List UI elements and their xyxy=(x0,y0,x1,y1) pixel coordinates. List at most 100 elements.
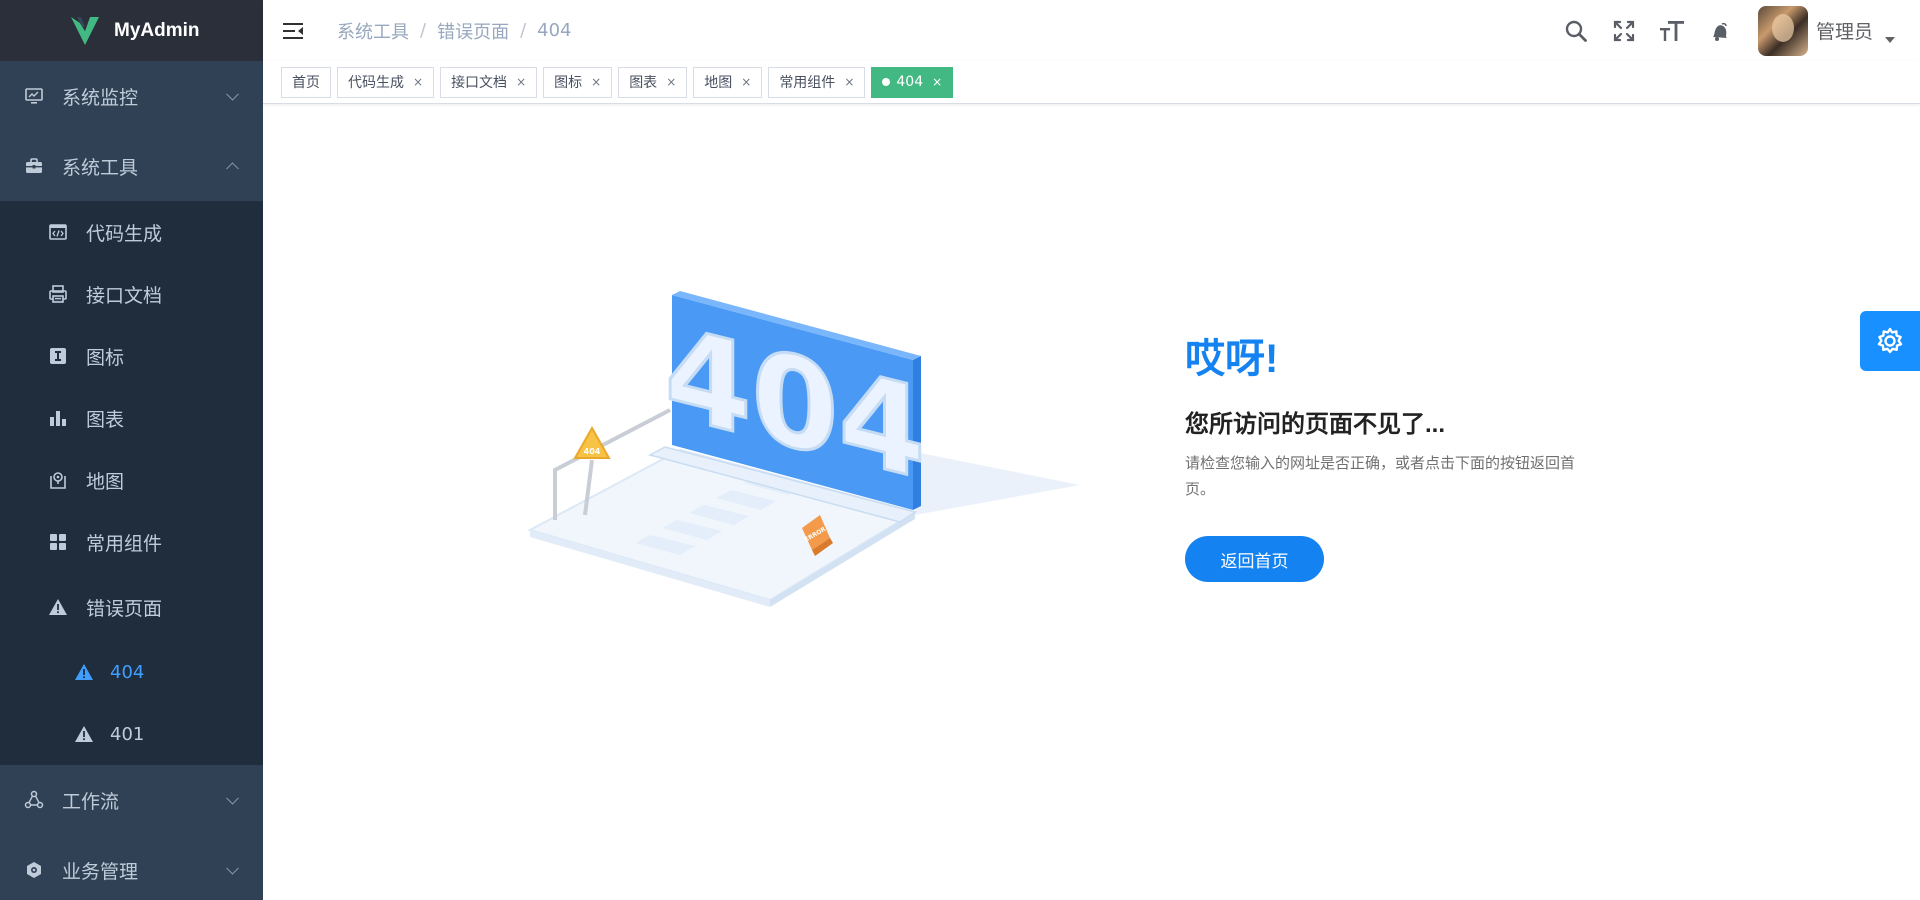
gear-icon xyxy=(1877,327,1903,354)
sidebar-item-codegen[interactable]: 代码生成 xyxy=(0,201,263,263)
search-button[interactable] xyxy=(1552,0,1600,61)
sidebar-item-label: 图表 xyxy=(86,408,125,431)
tag-label: 图标 xyxy=(554,75,583,91)
hamburger-button[interactable] xyxy=(263,0,323,61)
sidebar-item-label: 接口文档 xyxy=(86,284,163,307)
warning-icon xyxy=(74,724,94,744)
breadcrumb-item[interactable]: 系统工具 xyxy=(337,18,409,44)
breadcrumb-separator: / xyxy=(520,20,527,41)
sidebar-item-icons[interactable]: 图标 xyxy=(0,325,263,387)
settings-button[interactable] xyxy=(1860,311,1920,371)
tag-label: 地图 xyxy=(704,75,733,91)
close-icon[interactable]: × xyxy=(516,75,526,89)
tag-map[interactable]: 地图 × xyxy=(693,66,763,98)
oops-title: 哎呀! xyxy=(1185,337,1279,381)
sidebar-item-404[interactable]: 404 xyxy=(0,641,263,703)
breadcrumb-item[interactable]: 错误页面 xyxy=(437,18,509,44)
sidebar-item-api-doc[interactable]: 接口文档 xyxy=(0,263,263,325)
active-dot xyxy=(882,78,891,86)
sidebar-item-map[interactable]: 地图 xyxy=(0,449,263,511)
sidebar-item-workflow[interactable]: 工作流 xyxy=(0,765,263,835)
tag-components[interactable]: 常用组件 × xyxy=(768,66,866,98)
avatar[interactable] xyxy=(1757,5,1808,56)
sidebar-item-401[interactable]: 401 xyxy=(0,703,263,765)
close-icon[interactable]: × xyxy=(413,75,423,89)
logo-icon xyxy=(71,16,99,45)
submenu-error: 404 401 xyxy=(0,641,263,765)
sidebar-item-label: 地图 xyxy=(86,470,125,493)
sidebar-item-components[interactable]: 常用组件 xyxy=(0,511,263,573)
tags-view: 首页 代码生成 × 接口文档 × 图标 × 图表 × 地图 × 常用组件 × 4… xyxy=(263,61,1920,104)
error-headline: 您所访问的页面不见了... xyxy=(1185,411,1446,438)
font-size-button[interactable] xyxy=(1648,0,1696,61)
user-name[interactable]: 管理员 xyxy=(1816,17,1873,44)
breadcrumb-separator: / xyxy=(420,20,427,41)
sidebar-item-label: 工作流 xyxy=(62,790,120,813)
tag-label: 首页 xyxy=(292,75,320,91)
sidebar-item-label: 代码生成 xyxy=(86,222,163,245)
tag-label: 常用组件 xyxy=(779,75,836,91)
sidebar-item-label: 系统监控 xyxy=(62,86,139,109)
close-icon[interactable]: × xyxy=(932,75,942,89)
sidebar-item-charts[interactable]: 图表 xyxy=(0,387,263,449)
sidebar-item-label: 401 xyxy=(110,723,145,745)
grid-icon xyxy=(48,532,68,552)
tag-codegen[interactable]: 代码生成 × xyxy=(337,66,435,98)
bell-icon xyxy=(1712,22,1727,41)
tag-api-doc[interactable]: 接口文档 × xyxy=(440,66,538,98)
menu-fold-icon xyxy=(283,22,303,39)
breadcrumb-current: 404 xyxy=(537,20,572,41)
error-message: 哎呀! 您所访问的页面不见了... 请检查您输入的网址是否正确，或者点击下面的按… xyxy=(1185,326,1595,503)
chevron-down-icon xyxy=(226,87,239,101)
font-size-icon xyxy=(1659,20,1684,41)
tag-404[interactable]: 404 × xyxy=(871,66,954,98)
fullscreen-icon xyxy=(1613,20,1635,41)
printer-icon xyxy=(48,284,68,304)
tag-icons[interactable]: 图标 × xyxy=(543,66,613,98)
tag-label: 图表 xyxy=(629,75,658,91)
tag-label: 接口文档 xyxy=(451,75,508,91)
toolbox-icon xyxy=(24,156,44,176)
tag-home[interactable]: 首页 xyxy=(281,66,331,98)
sidebar-item-label: 系统工具 xyxy=(62,156,139,179)
chevron-down-icon xyxy=(226,791,239,805)
right-menu: 管理员 xyxy=(1552,0,1920,61)
logo[interactable]: MyAdmin xyxy=(0,0,263,61)
sidebar-item-label: 业务管理 xyxy=(62,860,139,883)
sidebar-item-business[interactable]: 业务管理 xyxy=(0,835,263,900)
sidebar-item-label: 图标 xyxy=(86,346,125,369)
close-icon[interactable]: × xyxy=(741,75,751,89)
fullscreen-button[interactable] xyxy=(1600,0,1648,61)
monitor-icon xyxy=(24,86,44,106)
app-title: MyAdmin xyxy=(114,19,200,41)
close-icon[interactable]: × xyxy=(666,75,676,89)
sidebar-item-label: 错误页面 xyxy=(86,597,163,620)
close-icon[interactable]: × xyxy=(591,75,601,89)
sidebar-item-tool[interactable]: 系统工具 xyxy=(0,131,263,201)
navbar: 系统工具 / 错误页面 / 404 管理员 xyxy=(263,0,1920,61)
warning-icon xyxy=(48,597,68,617)
code-window-icon xyxy=(48,222,68,242)
sidebar-item-monitor[interactable]: 系统监控 xyxy=(0,61,263,131)
caret-down-icon[interactable] xyxy=(1885,36,1895,43)
error-info: 请检查您输入的网址是否正确，或者点击下面的按钮返回首页。 xyxy=(1185,455,1576,498)
notification-button[interactable] xyxy=(1696,0,1744,61)
back-home-button[interactable]: 返回首页 xyxy=(1185,536,1324,582)
chevron-down-icon xyxy=(226,861,239,875)
breadcrumb: 系统工具 / 错误页面 / 404 xyxy=(337,18,572,44)
search-icon xyxy=(1565,20,1587,42)
sidebar-item-label: 404 xyxy=(110,661,145,683)
submenu-tool: 代码生成 接口文档 图标 图表 地图 常用组件 错误页面 404 401 xyxy=(0,201,263,765)
tag-charts[interactable]: 图表 × xyxy=(618,66,688,98)
map-icon xyxy=(48,470,68,490)
sidebar-item-label: 常用组件 xyxy=(86,532,163,555)
404-illustration: 404 404 ERROR xyxy=(527,291,1080,607)
bar-chart-icon xyxy=(48,408,68,428)
sign-text: 404 xyxy=(584,447,601,456)
sidebar-item-error-pages[interactable]: 错误页面 xyxy=(0,573,263,641)
tag-label: 代码生成 xyxy=(348,75,404,91)
light-beam xyxy=(915,452,1080,515)
chevron-up-icon xyxy=(226,162,239,176)
tag-label: 404 xyxy=(896,74,924,90)
close-icon[interactable]: × xyxy=(844,75,854,89)
